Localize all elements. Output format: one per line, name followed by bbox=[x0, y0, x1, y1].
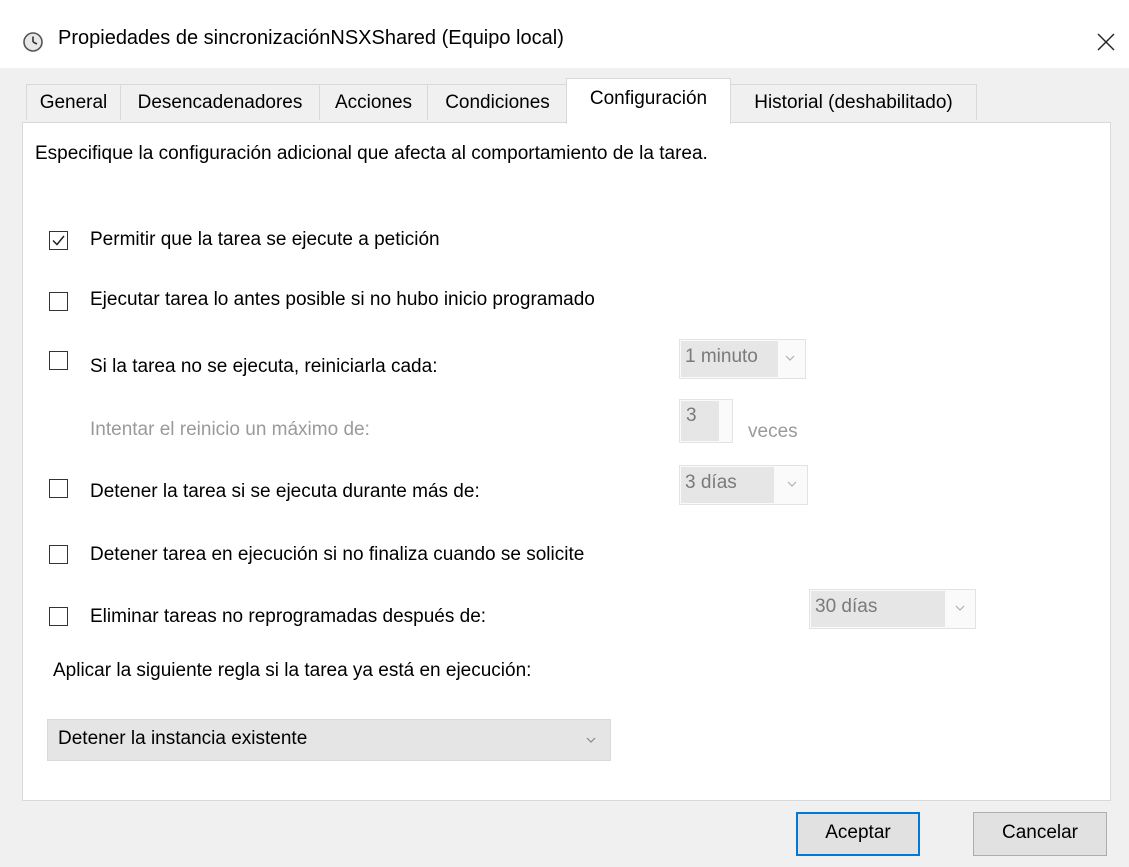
restart-attempts-input[interactable]: 3 bbox=[679, 399, 733, 443]
chevron-down-icon bbox=[955, 605, 965, 611]
cancel-button[interactable]: Cancelar bbox=[973, 812, 1107, 856]
settings-description: Especifique la configuración adicional q… bbox=[35, 143, 708, 164]
tab-acciones[interactable]: Acciones bbox=[319, 84, 428, 120]
restart-attempts-label: Intentar el reinicio un máximo de: bbox=[90, 419, 370, 440]
restart-interval-value: 1 minuto bbox=[681, 341, 778, 377]
rule-value: Detener la instancia existente bbox=[58, 728, 308, 749]
close-icon[interactable] bbox=[1088, 24, 1124, 60]
stop-after-select[interactable]: 3 días bbox=[679, 465, 808, 505]
chevron-down-icon bbox=[586, 737, 596, 743]
allow-on-demand-checkbox[interactable] bbox=[49, 231, 68, 250]
tab-condiciones[interactable]: Condiciones bbox=[427, 84, 568, 120]
delete-after-select[interactable]: 30 días bbox=[809, 589, 976, 629]
restart-interval-select[interactable]: 1 minuto bbox=[679, 339, 806, 379]
tab-historial[interactable]: Historial (deshabilitado) bbox=[730, 84, 977, 120]
run-asap-checkbox[interactable] bbox=[49, 292, 68, 311]
allow-on-demand-label: Permitir que la tarea se ejecute a petic… bbox=[90, 229, 440, 250]
check-icon bbox=[52, 235, 65, 246]
delete-after-value: 30 días bbox=[811, 591, 945, 627]
rule-label: Aplicar la siguiente regla si la tarea y… bbox=[53, 660, 532, 681]
restart-attempts-value: 3 bbox=[681, 401, 719, 441]
run-asap-label: Ejecutar tarea lo antes posible si no hu… bbox=[90, 289, 595, 310]
title-bar: Propiedades de sincronizaciónNSXShared (… bbox=[0, 6, 1129, 68]
accept-button[interactable]: Aceptar bbox=[796, 812, 920, 856]
restart-attempts-unit: veces bbox=[748, 421, 798, 442]
clock-icon bbox=[22, 31, 44, 53]
stop-if-runs-longer-label: Detener la tarea si se ejecuta durante m… bbox=[90, 481, 480, 502]
tab-general[interactable]: General bbox=[26, 84, 121, 120]
window-title: Propiedades de sincronizaciónNSXShared (… bbox=[58, 27, 564, 49]
settings-panel: Especifique la configuración adicional q… bbox=[22, 122, 1111, 801]
restart-on-failure-checkbox[interactable] bbox=[49, 351, 68, 370]
stop-if-runs-longer-checkbox[interactable] bbox=[49, 479, 68, 498]
delete-expired-label: Eliminar tareas no reprogramadas después… bbox=[90, 606, 487, 627]
force-stop-checkbox[interactable] bbox=[49, 545, 68, 564]
force-stop-label: Detener tarea en ejecución si no finaliz… bbox=[90, 544, 585, 565]
stop-after-value: 3 días bbox=[681, 467, 774, 503]
restart-on-failure-label: Si la tarea no se ejecuta, reiniciarla c… bbox=[90, 356, 438, 377]
tab-desencadenadores[interactable]: Desencadenadores bbox=[120, 84, 320, 120]
running-instance-rule-select[interactable]: Detener la instancia existente bbox=[47, 719, 611, 761]
delete-expired-checkbox[interactable] bbox=[49, 607, 68, 626]
chevron-down-icon bbox=[785, 355, 795, 361]
tab-configuracion[interactable]: Configuración bbox=[566, 78, 731, 124]
tab-strip: General Desencadenadores Acciones Condic… bbox=[0, 68, 1129, 124]
chevron-down-icon bbox=[787, 481, 797, 487]
